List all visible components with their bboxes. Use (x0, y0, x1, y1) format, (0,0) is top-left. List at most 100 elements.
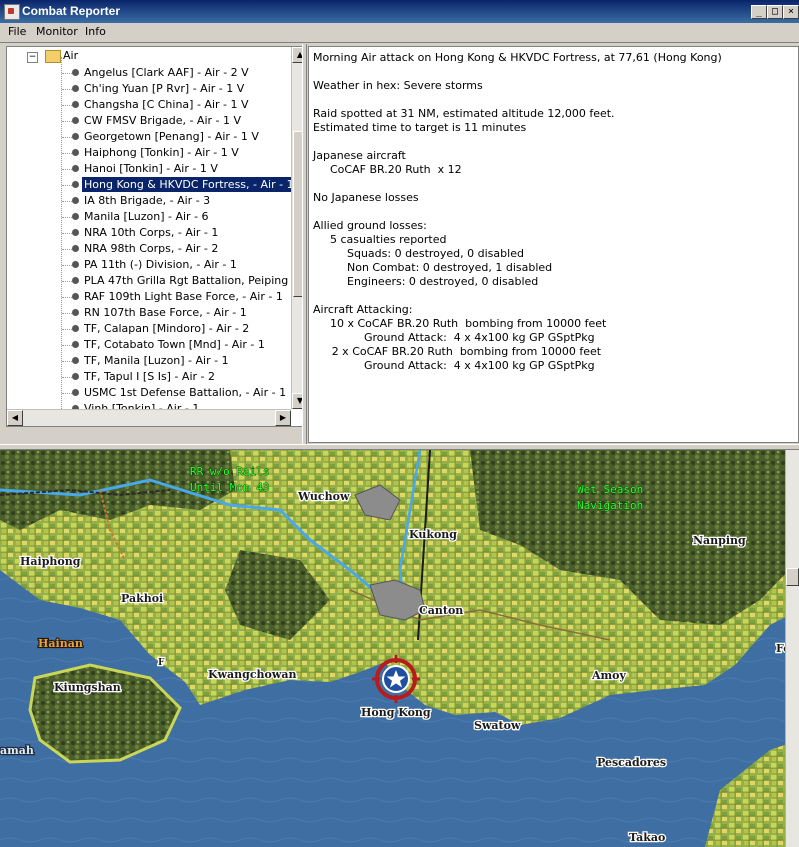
unit-bullet-icon (72, 357, 79, 364)
map-place-label: Haiphong (20, 555, 81, 568)
report-line: 10 x CoCAF BR.20 Ruth bombing from 10000… (330, 317, 607, 330)
tree-connector (62, 201, 72, 202)
tree-connector (62, 185, 72, 186)
tree-item-label: CW FMSV Brigade, - Air - 1 V (84, 114, 242, 127)
window-title: Combat Reporter (22, 4, 121, 18)
tree-connector (62, 297, 72, 298)
unit-bullet-icon (72, 245, 79, 252)
unit-bullet-icon (72, 149, 79, 156)
map-place-label: amah (0, 744, 34, 757)
tree-item-label: IA 8th Brigade, - Air - 3 (84, 194, 211, 207)
map-place-label: Hainan (38, 637, 83, 650)
report-line: 2 x CoCAF BR.20 Ruth bombing from 10000 … (331, 345, 602, 358)
unit-bullet-icon (72, 261, 79, 268)
close-button[interactable]: × (783, 5, 799, 19)
unit-bullet-icon (72, 389, 79, 396)
report-line: Engineers: 0 destroyed, 0 disabled (347, 275, 539, 288)
unit-bullet-icon (72, 117, 79, 124)
unit-bullet-icon (72, 101, 79, 108)
menu-file[interactable]: File (8, 25, 26, 38)
report-line: Allied ground losses: (313, 219, 427, 232)
report-line: Raid spotted at 31 NM, estimated altitud… (313, 107, 615, 120)
tree-item-label: Haiphong [Tonkin] - Air - 1 V (84, 146, 239, 159)
tree-item-label: TF, Cotabato Town [Mnd] - Air - 1 (84, 338, 265, 351)
map-marker-letter: F (158, 658, 165, 668)
report-line: Estimated time to target is 11 minutes (313, 121, 527, 134)
map-note-label: Wet Season (577, 483, 643, 496)
collapse-toggle-icon[interactable]: − (27, 52, 38, 63)
tree-item-label: NRA 10th Corps, - Air - 1 (84, 226, 219, 239)
maximize-button[interactable]: □ (767, 5, 783, 19)
tree-connector (62, 121, 72, 122)
menu-info[interactable]: Info (85, 25, 106, 38)
tree-connector (62, 153, 72, 154)
report-line: 5 casualties reported (330, 233, 447, 246)
tree-connector (62, 217, 72, 218)
map-place-label: Kwangchowan (208, 668, 296, 681)
tree-connector (62, 169, 72, 170)
map-place-label: Wuchow (297, 490, 350, 503)
report-line: Ground Attack: 4 x 4x100 kg GP GSptPkg (364, 359, 595, 372)
report-line: CoCAF BR.20 Ruth x 12 (330, 163, 462, 176)
unit-bullet-icon (72, 85, 79, 92)
tree-connector (62, 313, 72, 314)
split-divider[interactable] (302, 44, 307, 444)
minimize-button[interactable]: _ (751, 5, 767, 19)
folder-icon (45, 50, 61, 63)
report-line: Aircraft Attacking: (313, 303, 413, 316)
unit-bullet-icon (72, 293, 79, 300)
map-canvas[interactable]: Haiphong Pakhoi Hainan Kiungshan amah Kwangch… (0, 450, 799, 847)
scroll-right-icon[interactable]: ▶ (275, 410, 291, 426)
report-line: Non Combat: 0 destroyed, 1 disabled (347, 261, 553, 274)
tree-connector (62, 233, 72, 234)
tree-item-label: TF, Tapul I [S Is] - Air - 2 (84, 370, 215, 383)
tree-item-label: RAF 109th Light Base Force, - Air - 1 (84, 290, 283, 303)
report-line: Morning Air attack on Hong Kong & HKVDC … (313, 51, 722, 64)
tree-item-label: Angelus [Clark AAF] - Air - 2 V (84, 66, 249, 79)
tree-item-label: Manila [Luzon] - Air - 6 (84, 210, 209, 223)
unit-tree-panel: − Air Angelus [Clark AAF] - Air - 2 V Ch'… (6, 46, 303, 427)
map-place-label: Kiungshan (54, 681, 121, 694)
tree-item-label: PLA 47th Grilla Rgt Battalion, Peiping [… (84, 274, 303, 287)
map-scroll-thumb[interactable] (786, 568, 799, 586)
report-line: Weather in hex: Severe storms (313, 79, 483, 92)
tree-connector (62, 137, 72, 138)
map-place-label: Hong Kong (361, 706, 431, 719)
map-note-label: Navigation (577, 499, 643, 512)
tree-item-label: USMC 1st Defense Battalion, - Air - 1 (84, 386, 287, 399)
report-line: No Japanese losses (313, 191, 419, 204)
tree-item-label: Changsha [C China] - Air - 1 V (84, 98, 249, 111)
tree-connector (62, 265, 72, 266)
unit-bullet-icon (72, 229, 79, 236)
map-place-label: Kukong (409, 528, 457, 541)
report-line: Squads: 0 destroyed, 0 disabled (347, 247, 524, 260)
map-vertical-scrollbar[interactable] (785, 450, 799, 847)
report-line: Ground Attack: 4 x 4x100 kg GP GSptPkg (364, 331, 595, 344)
unit-bullet-icon (72, 197, 79, 204)
tree-connector (62, 329, 72, 330)
map-place-label: Canton (419, 604, 463, 617)
map-place-label: Swatow (474, 719, 521, 732)
tree-connector (62, 105, 72, 106)
map-place-label: Pescadores (597, 756, 666, 769)
tree-item-label: Hong Kong & HKVDC Fortress, - Air - 1 V (81, 176, 302, 193)
tree-item-label: TF, Manila [Luzon] - Air - 1 (84, 354, 229, 367)
scroll-left-icon[interactable]: ◀ (7, 410, 23, 426)
menu-bar: File Monitor Info (0, 23, 799, 43)
tree-folder-air[interactable]: Air (63, 49, 78, 62)
tree-item-label: NRA 98th Corps, - Air - 2 (84, 242, 219, 255)
tree-connector (62, 73, 72, 74)
tree-connector (62, 281, 72, 282)
map-view[interactable]: Haiphong Pakhoi Hainan Kiungshan amah Kwangch… (0, 450, 799, 847)
report-line: Japanese aircraft (313, 149, 406, 162)
map-place-label: Pakhoi (121, 592, 163, 605)
app-icon (4, 4, 20, 20)
tree-horizontal-scrollbar[interactable]: ◀ ▶ (7, 409, 291, 426)
tree-item-label: Georgetown [Penang] - Air - 1 V (84, 130, 259, 143)
map-note-label: Until Mon 43 (190, 481, 269, 494)
tree-connector (62, 393, 72, 394)
menu-monitor[interactable]: Monitor (36, 25, 78, 38)
tree-connector (62, 361, 72, 362)
tree-item-label: Ch'ing Yuan [P Rvr] - Air - 1 V (84, 82, 245, 95)
tree-item-label: PA 11th (-) Division, - Air - 1 (84, 258, 237, 271)
